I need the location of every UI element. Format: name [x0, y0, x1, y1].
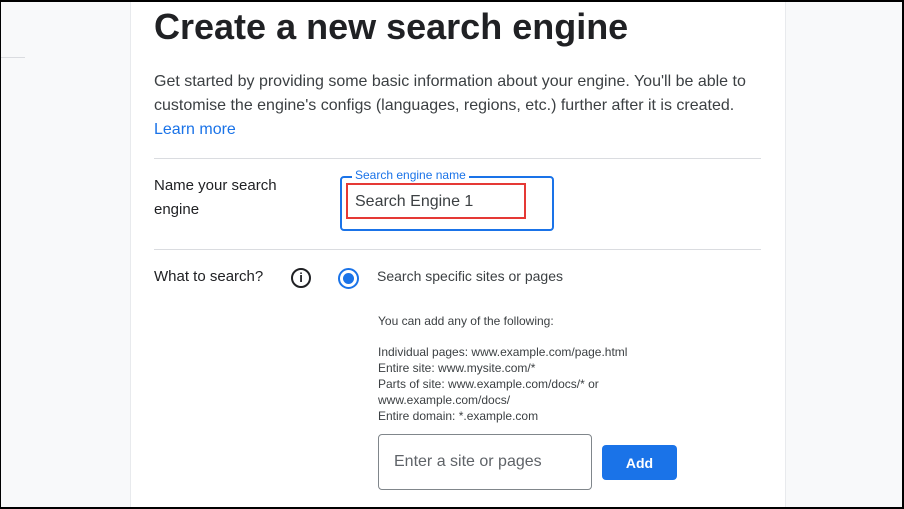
divider [1, 57, 25, 58]
radio-label[interactable]: Search specific sites or pages [377, 268, 563, 284]
divider [154, 249, 761, 250]
page-description: Get started by providing some basic info… [154, 70, 774, 142]
description-text: Get started by providing some basic info… [154, 73, 746, 114]
help-line: Entire domain: *.example.com [378, 409, 539, 423]
name-label: Name your search engine [154, 177, 277, 218]
site-input[interactable] [378, 434, 592, 490]
learn-more-link[interactable]: Learn more [154, 118, 774, 142]
help-line: www.example.com/docs/ [378, 393, 511, 407]
help-line: Parts of site: www.example.com/docs/* or [378, 377, 599, 391]
search-engine-name-field[interactable]: Search engine name [340, 168, 554, 231]
page-title: Create a new search engine [154, 6, 629, 47]
divider [154, 158, 761, 159]
search-engine-name-input[interactable] [355, 193, 515, 211]
what-to-search-label: What to search? [154, 268, 264, 285]
add-button[interactable]: Add [602, 445, 677, 480]
help-intro: You can add any of the following: [378, 314, 554, 328]
main-card: Create a new search engine Get started b… [130, 2, 786, 507]
help-line: Entire site: www.mysite.com/* [378, 361, 536, 375]
field-label: Search engine name [352, 168, 469, 182]
help-line: Individual pages: www.example.com/page.h… [378, 345, 628, 359]
page: Create a new search engine Get started b… [1, 2, 902, 507]
info-icon[interactable]: i [291, 268, 311, 288]
radio-specific-sites[interactable] [338, 268, 359, 289]
